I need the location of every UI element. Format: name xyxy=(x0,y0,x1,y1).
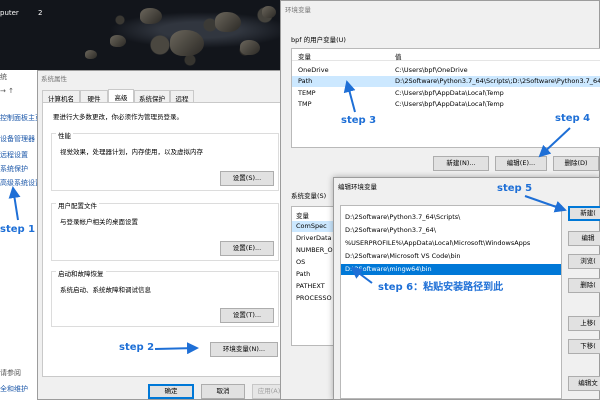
table-row[interactable]: TEMP C:\Users\bpf\AppData\Local\Temp xyxy=(292,88,600,99)
group-title: 用户配置文件 xyxy=(56,200,99,210)
variable-name: Path xyxy=(298,77,313,85)
advanced-tab-page: 要进行大多数更改，你必须作为管理员登录。 性能 视觉效果，处理器计划，内存使用，… xyxy=(42,102,286,377)
variable-name: TMP xyxy=(298,100,312,108)
new-path-button[interactable]: 新建( xyxy=(568,206,600,221)
variable-name: OneDrive xyxy=(298,66,329,74)
sidebar-item-protection[interactable]: 系统保护 xyxy=(0,164,28,174)
list-item[interactable]: D:\2Software\Microsoft VS Code\bin xyxy=(341,251,561,262)
table-row[interactable]: TMP C:\Users\bpf\AppData\Local\Temp xyxy=(292,99,600,110)
path-entries-list[interactable]: D:\2Software\Python3.7_64\Scripts\ D:\2S… xyxy=(340,205,562,399)
asteroid-image xyxy=(262,6,276,18)
performance-group: 性能 视觉效果，处理器计划，内存使用，以及虚拟内存 设置(S)... xyxy=(51,130,279,191)
user-edit-button[interactable]: 编辑(E)... xyxy=(495,156,547,171)
step6-annotation: step 6：粘贴安装路径到此 xyxy=(378,282,504,293)
user-vars-label: bpf 的用户变量(U) xyxy=(291,36,346,44)
window-title: 编辑环境变量 xyxy=(338,183,377,191)
variable-name: PROCESSO xyxy=(296,294,332,302)
step3-annotation: step 3 xyxy=(341,115,377,126)
sidebar-item-security[interactable]: 全和维护 xyxy=(0,384,28,394)
variable-name: Path xyxy=(296,270,311,278)
user-delete-button[interactable]: 删除(D) xyxy=(553,156,599,171)
sidebar-item-remote[interactable]: 远程设置 xyxy=(0,150,28,160)
nav-arrows-icon[interactable]: → ↑ xyxy=(0,87,14,95)
group-description: 视觉效果，处理器计划，内存使用，以及虚拟内存 xyxy=(60,148,203,156)
see-also-label: 请参阅 xyxy=(0,369,21,377)
step4-annotation: step 4 xyxy=(555,113,591,124)
cancel-button[interactable]: 取消 xyxy=(201,384,245,399)
edit-text-button[interactable]: 编辑文 xyxy=(568,376,600,391)
column-header-variable: 变量 xyxy=(298,53,311,61)
move-up-button[interactable]: 上移( xyxy=(568,316,600,331)
group-title: 性能 xyxy=(56,130,73,140)
control-panel-sidebar: 统 → ↑ 控制面板主页 设备管理器 远程设置 系统保护 高级系统设置 请参阅 … xyxy=(0,70,42,400)
profile-settings-button[interactable]: 设置(E)... xyxy=(220,241,274,256)
variable-name: PATHEXT xyxy=(296,282,325,290)
startup-recovery-group: 启动和故障恢复 系统启动、系统故障和调试信息 设置(T)... xyxy=(51,268,279,327)
system-vars-label: 系统变量(S) xyxy=(291,192,327,200)
system-properties-window: 系统属性 计算机名 硬件 高级 系统保护 远程 要进行大多数更改，你必须作为管理… xyxy=(37,70,292,400)
variable-name: TEMP xyxy=(298,89,316,97)
environment-variables-button[interactable]: 环境变量(N)... xyxy=(210,342,278,357)
list-item[interactable]: %USERPROFILE%\AppData\Local\Microsoft\Wi… xyxy=(341,238,561,249)
list-item-selected[interactable]: D:\2Software\mingw64\bin xyxy=(341,264,561,275)
ok-button[interactable]: 确定 xyxy=(148,384,194,399)
table-header: 变量 值 xyxy=(292,49,600,61)
variable-name: ComSpec xyxy=(296,222,327,230)
delete-path-button[interactable]: 删除( xyxy=(568,278,600,293)
edit-path-button[interactable]: 编辑 xyxy=(568,231,600,246)
variable-value: C:\Users\bpf\AppData\Local\Temp xyxy=(395,89,504,97)
browse-button[interactable]: 浏览( xyxy=(568,254,600,269)
asteroid-image xyxy=(85,50,97,59)
admin-notice: 要进行大多数更改，你必须作为管理员登录。 xyxy=(53,113,183,121)
user-profiles-group: 用户配置文件 与登录帐户相关的桌面设置 设置(E)... xyxy=(51,200,279,261)
tab-advanced[interactable]: 高级 xyxy=(108,89,134,103)
performance-settings-button[interactable]: 设置(S)... xyxy=(220,171,274,186)
list-item[interactable]: D:\2Software\Python3.7_64\ xyxy=(341,225,561,236)
table-row[interactable]: OneDrive C:\Users\bpf\OneDrive xyxy=(292,65,600,76)
user-new-button[interactable]: 新建(N)... xyxy=(433,156,489,171)
variable-name: DriverData xyxy=(296,234,332,242)
window-title: 环境变量 xyxy=(285,6,311,14)
group-title: 启动和故障恢复 xyxy=(56,268,106,278)
sidebar-item-advanced[interactable]: 高级系统设置 xyxy=(0,178,42,188)
user-variables-table[interactable]: 变量 值 OneDrive C:\Users\bpf\OneDrive Path… xyxy=(291,48,600,148)
sidebar-item-home[interactable]: 控制面板主页 xyxy=(0,113,42,123)
asteroid-image xyxy=(140,8,162,24)
column-header-value: 值 xyxy=(395,53,402,61)
asteroid-image xyxy=(215,12,241,32)
startup-settings-button[interactable]: 设置(T)... xyxy=(220,308,274,323)
variable-name: OS xyxy=(296,258,306,266)
window-title: 系统属性 xyxy=(41,75,67,83)
column-header-variable: 变量 xyxy=(296,212,309,220)
step1-annotation: step 1 xyxy=(0,224,36,235)
move-down-button[interactable]: 下移( xyxy=(568,339,600,354)
list-item[interactable]: D:\2Software\Python3.7_64\Scripts\ xyxy=(341,212,561,223)
group-description: 系统启动、系统故障和调试信息 xyxy=(60,286,151,294)
asteroid-image xyxy=(240,40,260,55)
variable-value: D:\2Software\Python3.7_64\Scripts\;D:\2S… xyxy=(395,77,600,85)
sidebar-item-device-manager[interactable]: 设备管理器 xyxy=(0,134,35,144)
table-row-selected[interactable]: Path D:\2Software\Python3.7_64\Scripts\;… xyxy=(292,76,600,87)
variable-name: NUMBER_O xyxy=(296,246,333,254)
step2-annotation: step 2 xyxy=(119,342,155,353)
variable-value: C:\Users\bpf\AppData\Local\Temp xyxy=(395,100,504,108)
desktop-icon-label[interactable]: puter xyxy=(0,9,19,17)
asteroid-image xyxy=(110,35,126,47)
desktop-background: puter 2 xyxy=(0,0,300,70)
window-title: 统 xyxy=(0,73,7,81)
asteroid-image xyxy=(170,30,204,56)
variable-value: C:\Users\bpf\OneDrive xyxy=(395,66,468,74)
group-description: 与登录帐户相关的桌面设置 xyxy=(60,218,138,226)
desktop-icon-label[interactable]: 2 xyxy=(38,9,42,17)
step5-annotation: step 5 xyxy=(497,183,533,194)
